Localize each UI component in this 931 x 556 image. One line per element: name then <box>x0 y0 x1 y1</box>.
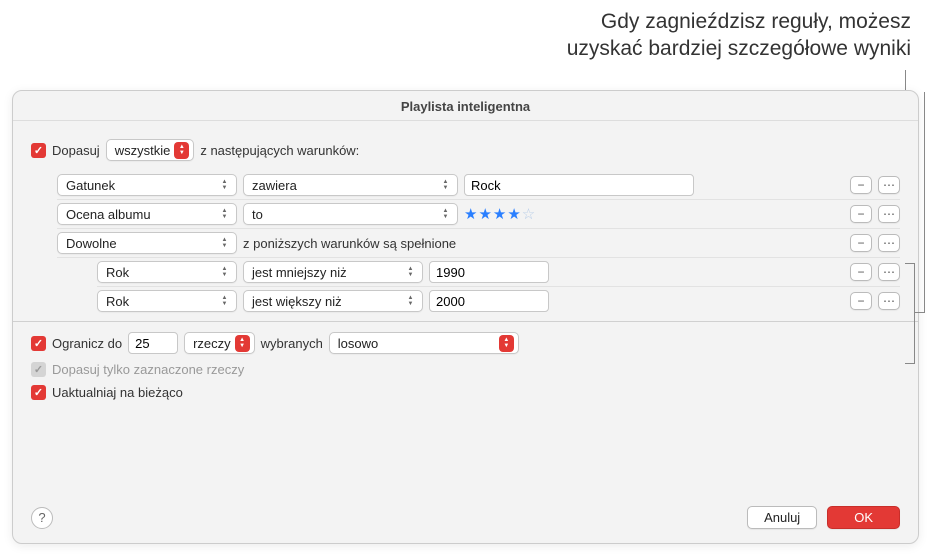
limit-mode-select[interactable]: losowo <box>329 332 519 354</box>
rule-more-button[interactable]: ⋯ <box>878 263 900 281</box>
only-checked-row: Dopasuj tylko zaznaczone rzeczy <box>31 358 900 381</box>
remove-rule-button[interactable]: − <box>850 176 872 194</box>
updown-icon <box>438 177 453 194</box>
updown-icon <box>438 206 453 223</box>
match-row: Dopasuj wszystkie z następujących warunk… <box>31 135 900 165</box>
help-button[interactable]: ? <box>31 507 53 529</box>
rule-value-input[interactable] <box>464 174 694 196</box>
remove-rule-button[interactable]: − <box>850 292 872 310</box>
rule-more-button[interactable]: ⋯ <box>878 176 900 194</box>
rule-value-input[interactable] <box>429 261 549 283</box>
remove-rule-button[interactable]: − <box>850 234 872 252</box>
annotation-pointer <box>905 70 906 92</box>
rule-op-value: to <box>252 207 263 222</box>
updown-icon <box>217 264 232 281</box>
rule-op-select[interactable]: jest większy niż <box>243 290 423 312</box>
dialog-footer: ? Anuluj OK <box>13 496 918 543</box>
limit-selected-label: wybranych <box>261 336 323 351</box>
window-title: Playlista inteligentna <box>13 91 918 121</box>
annotation-bracket <box>914 263 915 363</box>
updown-icon <box>217 235 232 252</box>
annotation-connector <box>915 312 925 313</box>
updown-icon <box>403 293 418 310</box>
rule-field-value: Ocena albumu <box>66 207 151 222</box>
updown-icon <box>217 177 232 194</box>
updown-icon <box>174 142 189 159</box>
annotation-bracket <box>905 363 915 364</box>
limit-checkbox[interactable] <box>31 336 46 351</box>
rule-field-select[interactable]: Rok <box>97 290 237 312</box>
ok-button[interactable]: OK <box>827 506 900 529</box>
match-suffix: z następujących warunków: <box>200 143 359 158</box>
rule-more-button[interactable]: ⋯ <box>878 205 900 223</box>
remove-rule-button[interactable]: − <box>850 263 872 281</box>
annotation-connector <box>924 92 925 312</box>
rule-field-value: Rok <box>106 294 129 309</box>
annotation-bracket <box>905 263 915 264</box>
window-content: Dopasuj wszystkie z następujących warunk… <box>13 121 918 496</box>
group-mode-select[interactable]: Dowolne <box>57 232 237 254</box>
rule-op-select[interactable]: to <box>243 203 458 225</box>
updown-icon <box>403 264 418 281</box>
rule-row: Ocena albumu to ★★★★☆ − ⋯ <box>57 200 900 229</box>
rule-more-button[interactable]: ⋯ <box>878 234 900 252</box>
rule-more-button[interactable]: ⋯ <box>878 292 900 310</box>
rule-op-value: jest mniejszy niż <box>252 265 347 280</box>
limit-unit-select[interactable]: rzeczy <box>184 332 255 354</box>
updown-icon <box>217 293 232 310</box>
rule-value-input[interactable] <box>429 290 549 312</box>
rule-field-select[interactable]: Ocena albumu <box>57 203 237 225</box>
limit-row: Ogranicz do rzeczy wybranych losowo <box>31 328 900 358</box>
rule-op-value: jest większy niż <box>252 294 342 309</box>
rule-group-row: Dowolne z poniższych warunków są spełnio… <box>57 229 900 258</box>
live-update-row: Uaktualniaj na bieżąco <box>31 381 900 404</box>
group-suffix: z poniższych warunków są spełnione <box>243 236 456 251</box>
annotation-text-1: Gdy zagnieździsz reguły, możesz <box>567 8 911 35</box>
rule-op-select[interactable]: jest mniejszy niż <box>243 261 423 283</box>
rule-field-value: Gatunek <box>66 178 115 193</box>
limit-count-input[interactable] <box>128 332 178 354</box>
updown-icon <box>217 206 232 223</box>
limit-unit-value: rzeczy <box>193 336 231 351</box>
rating-stars[interactable]: ★★★★☆ <box>464 205 536 223</box>
limit-mode-value: losowo <box>338 336 378 351</box>
live-update-label: Uaktualniaj na bieżąco <box>52 385 183 400</box>
match-checkbox[interactable] <box>31 143 46 158</box>
rule-op-select[interactable]: zawiera <box>243 174 458 196</box>
match-mode-value: wszystkie <box>115 143 171 158</box>
nested-rule-row: Rok jest mniejszy niż − ⋯ <box>97 258 900 287</box>
smart-playlist-window: Playlista inteligentna Dopasuj wszystkie… <box>12 90 919 544</box>
live-update-checkbox[interactable] <box>31 385 46 400</box>
remove-rule-button[interactable]: − <box>850 205 872 223</box>
rule-row: Gatunek zawiera − ⋯ <box>57 171 900 200</box>
cancel-button[interactable]: Anuluj <box>747 506 817 529</box>
updown-icon <box>499 335 514 352</box>
annotation-callout: Gdy zagnieździsz reguły, możesz uzyskać … <box>567 8 911 63</box>
match-label: Dopasuj <box>52 143 100 158</box>
rule-field-select[interactable]: Gatunek <box>57 174 237 196</box>
separator <box>13 321 918 322</box>
annotation-text-2: uzyskać bardziej szczegółowe wyniki <box>567 35 911 62</box>
rule-field-value: Rok <box>106 265 129 280</box>
limit-label: Ogranicz do <box>52 336 122 351</box>
only-checked-label: Dopasuj tylko zaznaczone rzeczy <box>52 362 244 377</box>
only-checked-checkbox <box>31 362 46 377</box>
match-mode-select[interactable]: wszystkie <box>106 139 195 161</box>
group-mode-value: Dowolne <box>66 236 117 251</box>
rule-op-value: zawiera <box>252 178 297 193</box>
updown-icon <box>235 335 250 352</box>
nested-rule-row: Rok jest większy niż − ⋯ <box>97 287 900 315</box>
rule-field-select[interactable]: Rok <box>97 261 237 283</box>
rules-list: Gatunek zawiera − ⋯ Ocena albumu <box>57 171 900 315</box>
